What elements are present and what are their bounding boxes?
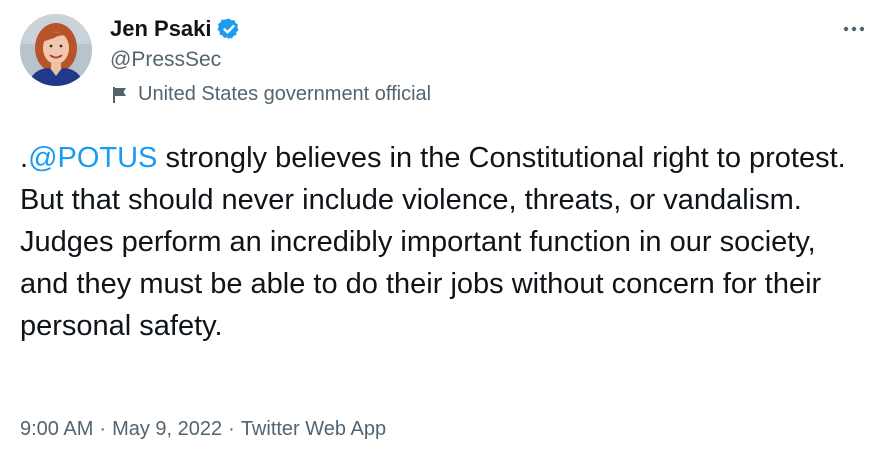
- author-name-row: Jen Psaki: [110, 14, 241, 44]
- tweet-text-prefix: .: [20, 142, 29, 174]
- tweet-date[interactable]: May 9, 2022: [112, 418, 222, 441]
- display-name[interactable]: Jen Psaki: [110, 16, 212, 42]
- meta-separator: ·: [228, 418, 235, 440]
- verified-badge-icon: [217, 17, 241, 41]
- tweet-meta: 9:00 AM · May 9, 2022 · Twitter Web App: [20, 418, 386, 441]
- government-label[interactable]: United States government official: [110, 83, 431, 106]
- flag-icon: [110, 85, 130, 105]
- tweet-card: Jen Psaki @PressSec United States govern…: [0, 0, 890, 466]
- government-label-text: United States government official: [138, 83, 432, 105]
- more-options-icon: [843, 26, 865, 32]
- more-options-button[interactable]: [836, 14, 872, 44]
- tweet-source[interactable]: Twitter Web App: [241, 418, 386, 441]
- meta-separator: ·: [99, 418, 107, 440]
- tweet-text: .@POTUS strongly believes in the Constit…: [20, 137, 870, 347]
- mention-link[interactable]: @POTUS: [28, 142, 157, 174]
- avatar[interactable]: [20, 14, 92, 86]
- avatar-photo: [20, 14, 92, 86]
- tweet-time[interactable]: 9:00 AM: [20, 418, 93, 441]
- author-handle[interactable]: @PressSec: [110, 48, 221, 72]
